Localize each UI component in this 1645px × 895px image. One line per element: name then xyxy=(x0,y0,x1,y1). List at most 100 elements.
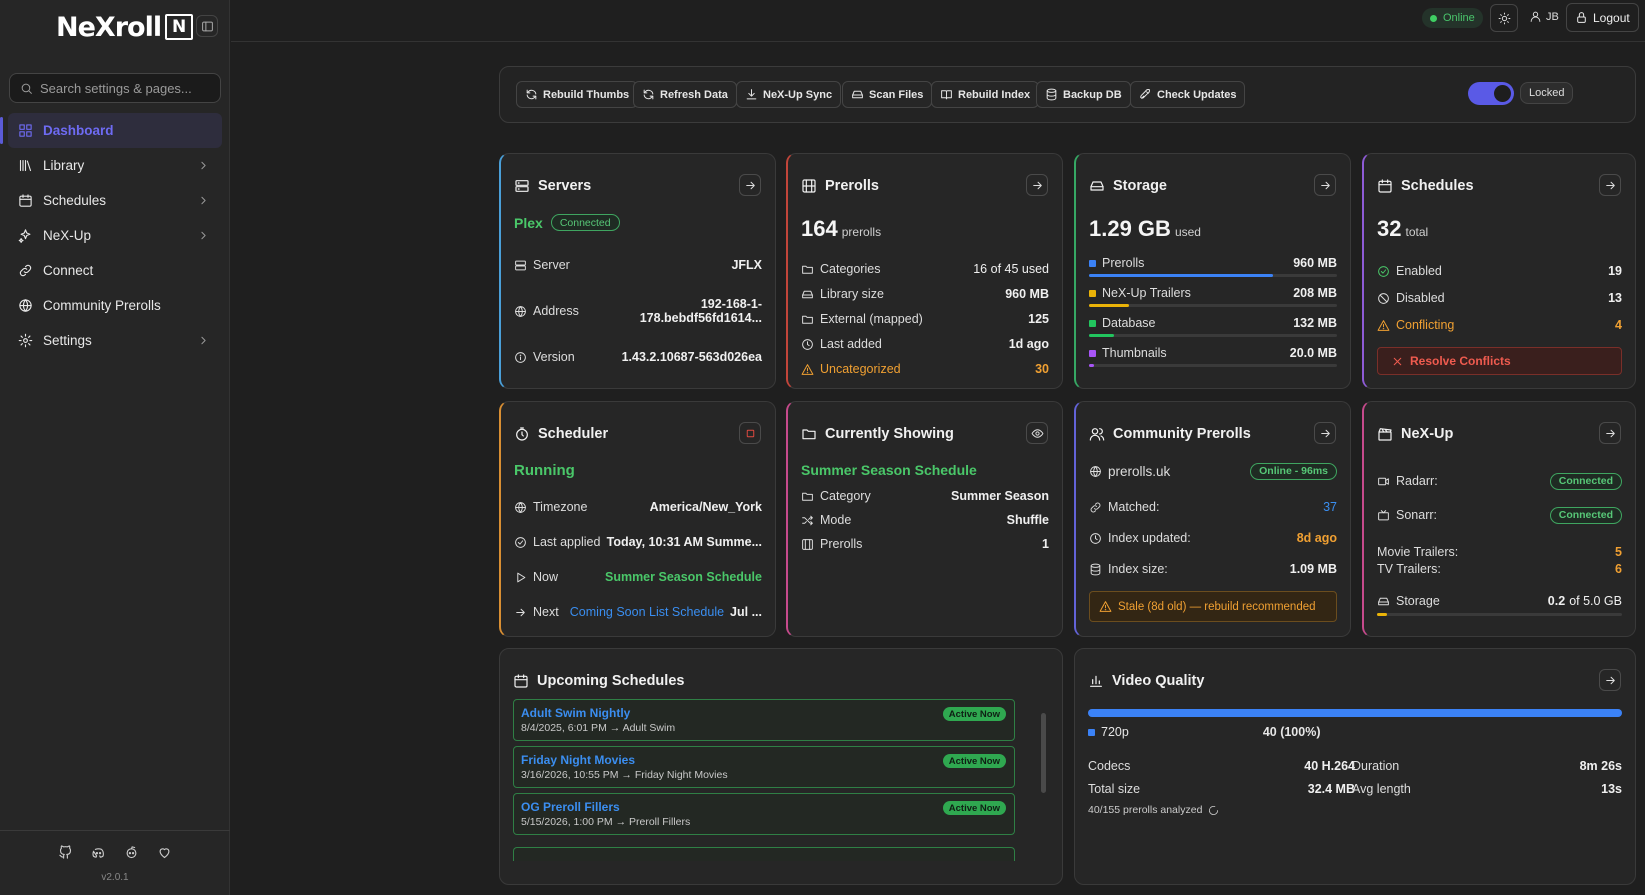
search-bar[interactable] xyxy=(9,73,221,103)
sidebar-item-label: Library xyxy=(43,158,85,173)
storage-row: Prerolls 960 MB xyxy=(1089,254,1337,272)
active-badge: Active Now xyxy=(942,801,1006,815)
card-title: Servers xyxy=(514,178,591,194)
button-label: Rebuild Index xyxy=(958,88,1031,101)
open-nexup-button[interactable] xyxy=(1599,422,1621,444)
dashboard-icon xyxy=(19,124,32,137)
logo-mark: N xyxy=(165,14,194,40)
sidebar-item-connect[interactable]: Connect xyxy=(0,253,230,288)
rebuild-index-button[interactable]: Rebuild Index xyxy=(931,81,1040,108)
view-current-button[interactable] xyxy=(1026,422,1048,444)
arrow-right-icon xyxy=(1605,676,1615,684)
last-applied-row: Last applied Today, 10:31 AM Summe... xyxy=(514,533,762,551)
stop-scheduler-button[interactable] xyxy=(739,422,761,444)
uncategorized-row[interactable]: Uncategorized 30 xyxy=(801,360,1049,378)
list-item[interactable]: Adult Swim Nightly 8/4/2025, 6:01 PM → Ad… xyxy=(513,699,1015,741)
storage-title: Storage xyxy=(1113,178,1167,194)
reddit-icon[interactable] xyxy=(124,845,139,860)
warning-icon xyxy=(1377,319,1390,331)
row-value: 32.4 MB xyxy=(1307,782,1355,796)
sidebar-collapse-button[interactable] xyxy=(196,15,218,37)
rebuild-thumbs-button[interactable]: Rebuild Thumbs xyxy=(516,81,639,108)
database-icon xyxy=(1046,88,1057,101)
info-icon xyxy=(515,351,526,363)
folder-icon xyxy=(802,492,813,501)
resolution-bar-fill xyxy=(1088,709,1622,717)
row-value: 1.09 MB xyxy=(1289,562,1337,576)
discord-icon[interactable] xyxy=(91,845,106,860)
open-schedules-button[interactable] xyxy=(1599,174,1621,196)
top-bar: Online JB Logout xyxy=(231,0,1645,42)
storage-bar-fill xyxy=(1089,334,1114,337)
sidebar-item-label: Schedules xyxy=(43,193,107,208)
row-value[interactable]: 37 xyxy=(1323,500,1337,514)
row-label: Enabled xyxy=(1396,264,1442,278)
upcoming-schedules-card: Upcoming Schedules Adult Swim Nightly 8/4… xyxy=(499,648,1063,885)
app-logo[interactable]: NeXroll N xyxy=(56,10,194,44)
storage-row: NeX-Up Trailers 208 MB xyxy=(1089,284,1337,302)
count-unit: total xyxy=(1405,225,1429,239)
status-badge: Online xyxy=(1422,8,1483,28)
backup-db-button[interactable]: Backup DB xyxy=(1036,81,1131,108)
storage-bar-fill xyxy=(1089,304,1129,307)
github-icon[interactable] xyxy=(58,845,73,860)
resolve-conflicts-button[interactable]: Resolve Conflicts xyxy=(1377,347,1622,375)
lock-toggle[interactable] xyxy=(1468,82,1514,105)
legend-swatch-icon xyxy=(1089,259,1096,267)
row-value: 208 MB xyxy=(1293,286,1337,300)
theme-toggle-button[interactable] xyxy=(1490,4,1518,32)
hard-drive-icon xyxy=(1090,181,1104,191)
sidebar-item-label: Community Prerolls xyxy=(43,298,161,313)
sidebar-item-community-prerolls[interactable]: Community Prerolls xyxy=(0,288,230,323)
scan-files-button[interactable]: Scan Files xyxy=(842,81,933,108)
radarr-row: Radarr: Connected xyxy=(1377,472,1622,490)
upcoming-scrollbar[interactable] xyxy=(1041,699,1046,859)
sidebar-item-schedules[interactable]: Schedules xyxy=(0,183,230,218)
check-updates-button[interactable]: Check Updates xyxy=(1130,81,1246,108)
scheduler-card: Scheduler Running Timezone America/New_Y… xyxy=(499,401,776,637)
sidebar-item-dashboard[interactable]: Dashboard xyxy=(0,113,222,148)
clock-icon xyxy=(1090,532,1101,544)
refresh-data-button[interactable]: Refresh Data xyxy=(633,81,737,108)
open-prerolls-button[interactable] xyxy=(1026,174,1048,196)
search-input[interactable] xyxy=(40,80,212,96)
globe-icon xyxy=(515,501,526,513)
schedule-name[interactable]: Friday Night Movies xyxy=(521,753,1007,767)
list-item[interactable]: OG Preroll Fillers 5/15/2026, 1:00 PM → P… xyxy=(513,793,1015,835)
folder-icon xyxy=(802,265,813,274)
timer-icon xyxy=(516,427,528,441)
schedule-details: 8/4/2025, 6:01 PM → Adult Swim xyxy=(521,722,676,734)
play-icon xyxy=(517,572,526,582)
row-label: Category xyxy=(820,489,871,503)
row-label: Total size xyxy=(1088,782,1141,796)
user-menu[interactable]: JB xyxy=(1529,10,1559,23)
heart-icon[interactable] xyxy=(157,845,172,860)
site-name[interactable]: prerolls.uk xyxy=(1108,464,1170,479)
row-value: Shuffle xyxy=(1006,513,1049,527)
open-servers-button[interactable] xyxy=(739,174,761,196)
sidebar-item-settings[interactable]: Settings xyxy=(0,323,230,358)
nexup-sync-button[interactable]: NeX-Up Sync xyxy=(736,81,842,108)
schedule-name[interactable]: OG Preroll Fillers xyxy=(521,800,1007,814)
sidebar-item-nexup[interactable]: NeX-Up xyxy=(0,218,230,253)
list-item[interactable]: Friday Night Movies 3/16/2026, 10:55 PM →… xyxy=(513,746,1015,788)
sparkles-icon xyxy=(18,229,31,243)
open-community-button[interactable] xyxy=(1314,422,1336,444)
next-schedule-link[interactable]: Coming Soon List Schedule xyxy=(570,605,724,619)
schedule-name[interactable]: Adult Swim Nightly xyxy=(521,706,1007,720)
analysis-text: 40/155 prerolls analyzed xyxy=(1088,804,1203,816)
app-version: v2.0.1 xyxy=(101,872,129,883)
provider-name: Plex xyxy=(514,214,543,231)
logout-label: Logout xyxy=(1593,10,1630,25)
row-value: Summer Season Schedule xyxy=(604,570,762,584)
arrow-right-icon xyxy=(1605,429,1615,437)
open-storage-button[interactable] xyxy=(1314,174,1336,196)
storage-used: 1.29 GB used xyxy=(1089,216,1201,242)
sidebar-item-library[interactable]: Library xyxy=(0,148,230,183)
card-title: Upcoming Schedules xyxy=(513,673,684,689)
row-value: America/New_York xyxy=(649,500,762,514)
row-value: 30 xyxy=(1035,362,1049,376)
open-video-quality-button[interactable] xyxy=(1599,669,1621,691)
arrow-right-icon xyxy=(1320,429,1330,437)
logout-button[interactable]: Logout xyxy=(1566,3,1639,32)
